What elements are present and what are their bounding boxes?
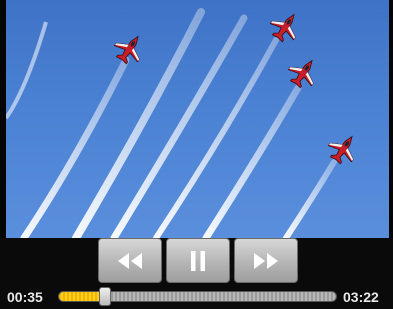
current-time: 00:35 xyxy=(7,289,43,305)
seek-thumb[interactable] xyxy=(99,287,112,306)
rewind-icon xyxy=(115,252,145,270)
jet xyxy=(109,28,150,69)
smoke-trail xyxy=(6,21,48,120)
fast-forward-button[interactable] xyxy=(234,238,298,283)
fast-forward-icon xyxy=(251,252,281,270)
total-time: 03:22 xyxy=(343,289,379,305)
playback-controls: 00:35 03:22 xyxy=(0,238,393,309)
jet xyxy=(265,6,306,47)
video-image xyxy=(6,6,364,238)
rewind-button[interactable] xyxy=(98,238,162,283)
video-frame[interactable] xyxy=(6,0,389,238)
smoke-trail xyxy=(283,159,337,238)
smoke-trail xyxy=(20,56,130,238)
pause-button[interactable] xyxy=(166,238,230,283)
jet xyxy=(323,128,364,169)
smoke-trail xyxy=(202,84,302,238)
video-player: 00:35 03:22 xyxy=(0,0,393,309)
jet xyxy=(283,52,324,93)
pause-icon xyxy=(189,250,207,272)
